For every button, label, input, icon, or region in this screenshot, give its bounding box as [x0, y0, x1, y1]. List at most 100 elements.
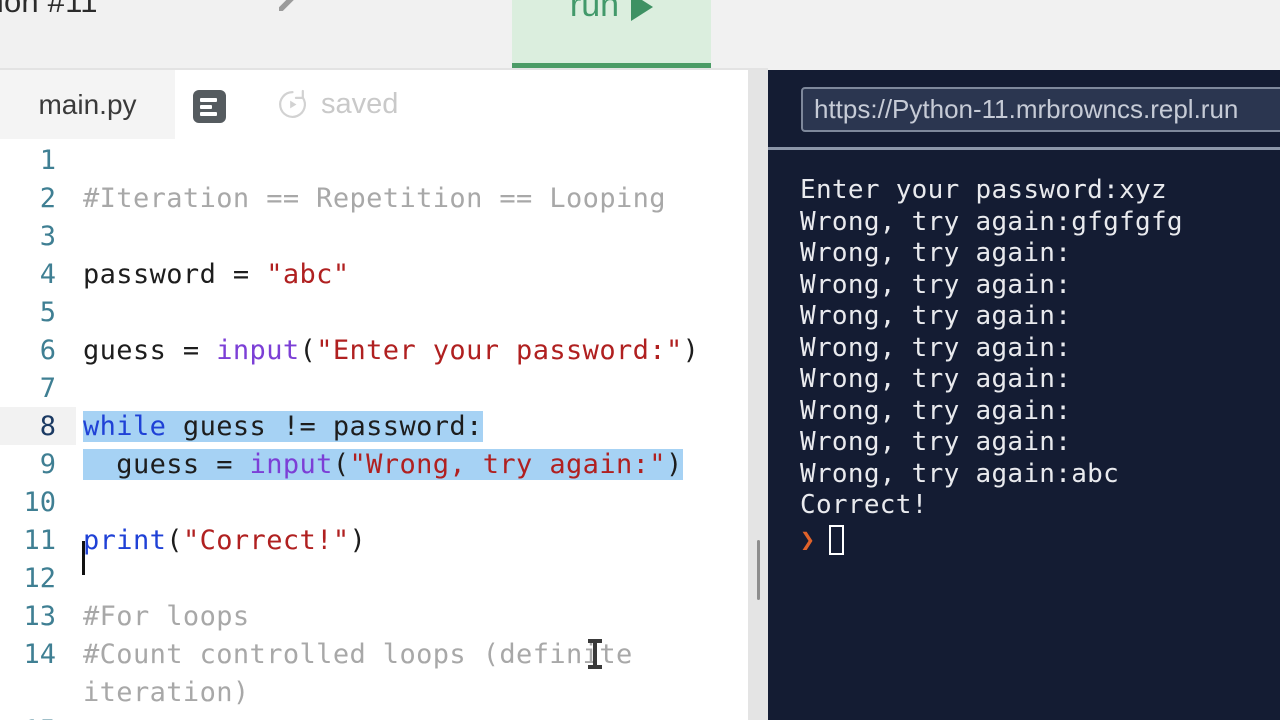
console-pane: https://Python-11.mrbrowncs.repl.run Ent…	[768, 70, 1280, 720]
console-line: Wrong, try again:	[800, 332, 1072, 363]
code-token: )	[349, 524, 367, 556]
code-line[interactable]: 7	[0, 369, 748, 407]
console-line: Correct!	[800, 490, 928, 520]
line-number: 1	[39, 144, 56, 176]
code-line-text: password = "abc"	[76, 259, 350, 290]
console-line: Wrong, try again:	[800, 269, 1072, 300]
file-tab-label: main.py	[38, 88, 137, 120]
code-token: )	[682, 334, 700, 366]
code-line-text: #Count controlled loops (definite	[76, 639, 633, 670]
line-number: 15	[0, 715, 76, 720]
code-line[interactable]: 11 print("Correct!")	[0, 521, 748, 559]
console-line-list: Enter your password:xyz Wrong, try again:…	[800, 175, 1280, 522]
code-token: #For loops	[83, 600, 250, 632]
code-token: guess != password:	[166, 410, 483, 442]
code-token: "Enter your password:"	[316, 334, 683, 366]
code-line[interactable]: 3	[0, 217, 748, 255]
code-token: (	[299, 334, 317, 366]
run-button[interactable]: run	[512, 0, 711, 70]
play-triangle-icon	[631, 0, 654, 21]
code-line[interactable]: 10	[0, 483, 748, 521]
console-line: Wrong, try again:	[800, 427, 1072, 457]
code-token: "Correct!"	[182, 524, 350, 556]
save-status-label: saved	[321, 88, 399, 120]
console-output[interactable]: Enter your password:xyz Wrong, try again:…	[768, 153, 1280, 720]
code-line[interactable]: 9 guess = input("Wrong, try again:")	[0, 445, 748, 483]
console-line: Wrong, try again:	[800, 395, 1072, 426]
code-token: iteration)	[83, 676, 250, 708]
code-line-text: iteration)	[76, 677, 250, 708]
top-header-bar: ython #11 run	[0, 0, 1280, 71]
code-token: #Count controlled loops (definite	[83, 638, 633, 670]
line-number: 7	[39, 372, 56, 404]
code-token: )	[665, 448, 683, 480]
line-number: 4	[39, 258, 56, 290]
repl-url-text: https://Python-11.mrbrowncs.repl.run	[814, 94, 1239, 124]
editor-pane: main.py saved 1 2 #Iteration == Repetition…	[0, 70, 748, 720]
code-line[interactable]: 13 #For loops	[0, 597, 748, 635]
code-token: "Wrong, try again:"	[349, 448, 666, 480]
repl-url-bar[interactable]: https://Python-11.mrbrowncs.repl.run	[801, 87, 1280, 132]
code-line[interactable]: 4 password = "abc"	[0, 255, 748, 293]
line-number: 10	[23, 486, 56, 518]
code-line[interactable]: 2 #Iteration == Repetition == Looping	[0, 179, 748, 217]
line-number: 6	[39, 334, 56, 366]
code-token: guess =	[83, 334, 217, 366]
pane-divider[interactable]	[748, 70, 768, 720]
code-line-text: guess = input("Wrong, try again:")	[76, 448, 683, 480]
header-right-strip	[711, 0, 768, 70]
code-line-list: 1 2 #Iteration == Repetition == Looping 3 4 p…	[0, 141, 748, 720]
console-line: Wrong, try again:gfgfgfg	[800, 206, 1183, 237]
code-editor[interactable]: 1 2 #Iteration == Repetition == Looping 3 4 p…	[0, 139, 748, 720]
code-line[interactable]: 12	[0, 559, 748, 597]
code-line[interactable]: 14 #Count controlled loops (definite	[0, 635, 748, 673]
file-tab-main-py[interactable]: main.py	[0, 70, 175, 139]
repl-title[interactable]: ython #11	[0, 0, 98, 20]
code-token: input	[249, 448, 333, 480]
text-caret	[82, 541, 85, 575]
code-token: password =	[83, 258, 267, 290]
line-number: 13	[23, 600, 56, 632]
code-token: (	[332, 448, 350, 480]
format-code-icon[interactable]	[193, 90, 226, 123]
line-number: 8	[39, 410, 56, 442]
run-button-label: run	[569, 0, 620, 24]
run-button-content: run	[569, 0, 654, 25]
code-token: guess =	[83, 448, 250, 480]
code-line[interactable]: iteration)	[0, 673, 748, 711]
code-line[interactable]: 15	[0, 711, 748, 720]
save-status[interactable]: saved	[276, 88, 398, 121]
code-line-text: #For loops	[76, 601, 250, 632]
code-line[interactable]: 8 while guess != password:	[0, 407, 748, 445]
console-line: Wrong, try again:	[800, 364, 1072, 394]
file-tab-bar: main.py saved	[0, 70, 748, 140]
line-number: 9	[39, 448, 56, 480]
console-line: Enter your password:xyz	[800, 175, 1167, 205]
code-token: "abc"	[266, 258, 350, 290]
console-prompt[interactable]: ❯	[800, 524, 1280, 555]
line-number: 14	[23, 638, 56, 670]
history-revert-icon	[279, 89, 306, 118]
prompt-chevron-icon: ❯	[800, 525, 816, 554]
code-line[interactable]: 5	[0, 293, 748, 331]
line-number: 5	[39, 296, 56, 328]
repl-ide-window: ython #11 run main.py	[0, 0, 1280, 720]
code-line[interactable]: 6 guess = input("Enter your password:")	[0, 331, 748, 369]
pane-divider-handle[interactable]	[757, 540, 760, 600]
editor-scrollbar-track[interactable]	[718, 139, 748, 720]
line-number: 3	[39, 220, 56, 252]
code-token: input	[216, 334, 300, 366]
code-token: (	[166, 524, 183, 556]
code-line-text: #Iteration == Repetition == Looping	[76, 183, 666, 214]
code-line-text: print("Correct!")	[76, 525, 366, 556]
code-line-text: while guess != password:	[76, 410, 483, 442]
console-line: Wrong, try again:	[800, 301, 1072, 331]
code-line-text: guess = input("Enter your password:")	[76, 335, 699, 366]
code-token: print	[83, 524, 167, 556]
code-token: #Iteration == Repetition == Looping	[83, 182, 666, 214]
code-token: while	[83, 410, 167, 442]
line-number: 12	[23, 562, 56, 594]
console-line: Wrong, try again:	[800, 238, 1072, 268]
pencil-icon[interactable]	[276, 0, 300, 14]
code-line[interactable]: 1	[0, 141, 748, 179]
